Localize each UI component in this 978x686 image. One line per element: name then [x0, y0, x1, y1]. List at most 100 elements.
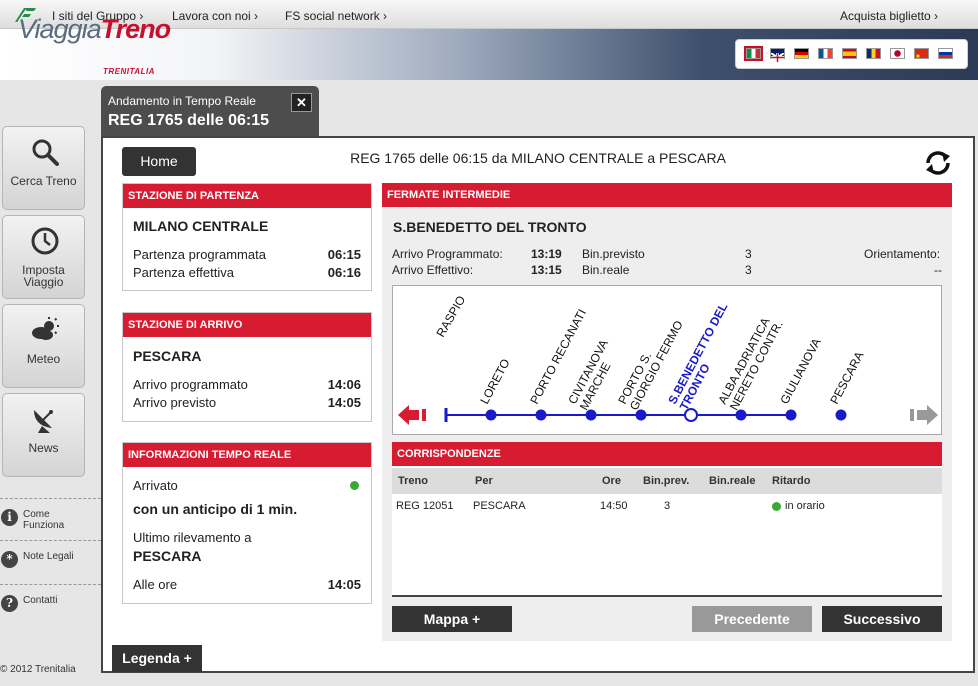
sidebar-button-meteo[interactable]: Meteo [2, 304, 85, 388]
column-header-bin-reale: Bin.reale [709, 475, 756, 487]
sidebar-label: Cerca Treno [10, 174, 77, 188]
previous-button[interactable]: Precedente [692, 606, 812, 632]
connection-destination: PESCARA [473, 500, 526, 512]
row-label: Partenza effettiva [133, 265, 234, 280]
stops-header: FERMATE INTERMEDIE [382, 183, 952, 207]
info-icon: i [1, 509, 18, 526]
logo-subtitle: TRENITALIA [103, 67, 155, 76]
logo-text-treno: Treno [100, 14, 172, 44]
help-icon: ? [1, 595, 18, 612]
sidebar-button-news[interactable]: News [2, 393, 85, 477]
route-title: REG 1765 delle 06:15 da MILANO CENTRALE … [350, 150, 726, 166]
legend-button[interactable]: Legenda + [112, 645, 202, 672]
box-header: STAZIONE DI PARTENZA [123, 184, 371, 208]
row-value: 14:05 [327, 395, 361, 410]
arrival-station-box: STAZIONE DI ARRIVO PESCARA Arrivo progra… [122, 312, 372, 422]
nav-link-lavora-con-noi[interactable]: Lavora con noi › [172, 9, 258, 23]
last-detect-label: Ultimo rilevamento a [133, 530, 252, 545]
last-detect-station: PESCARA [133, 548, 202, 564]
realtime-info-box: INFORMAZIONI TEMPO REALE Arrivato con un… [122, 442, 372, 604]
column-header-ore: Ore [602, 475, 621, 487]
stop-dot-0[interactable] [485, 409, 497, 421]
stop-label-2: CIVITANOVAMARCHE [565, 337, 622, 412]
sidebar-link-label: Note Legali [23, 551, 74, 562]
flag-romanian-icon[interactable] [866, 48, 881, 59]
status-text: Arrivato [133, 478, 178, 493]
clock-icon [31, 227, 59, 255]
flag-french-icon[interactable] [818, 48, 833, 59]
viaggiatreno-logo[interactable]: ViaggiaTreno [18, 14, 172, 45]
box-header: INFORMAZIONI TEMPO REALE [123, 443, 371, 467]
sidebar-label: Meteo [26, 352, 61, 366]
close-tab-button[interactable]: ✕ [291, 93, 312, 112]
flag-russian-icon[interactable] [938, 48, 953, 59]
connection-platform-planned: 3 [664, 500, 671, 512]
departure-scheduled-row: Partenza programmata 06:15 [133, 247, 361, 262]
row-label: Partenza programmata [133, 247, 266, 262]
column-header-treno: Treno [398, 475, 428, 487]
tab-subtitle: Andamento in Tempo Reale [108, 94, 256, 108]
sidebar-link-contatti[interactable]: ? Contatti [0, 595, 100, 625]
row-value: 06:16 [327, 265, 361, 280]
flag-german-icon[interactable] [794, 48, 809, 59]
search-icon [32, 139, 59, 166]
arrival-actual-value: 13:15 [531, 263, 562, 277]
next-stops-arrow-icon[interactable] [910, 405, 938, 425]
logo-text-viaggia: Viaggia [18, 14, 102, 44]
stop-dot-1[interactable] [535, 409, 547, 421]
row-value: 06:15 [327, 247, 361, 262]
flag-chinese-icon[interactable] [914, 48, 929, 59]
flag-english-icon[interactable] [770, 48, 785, 63]
arrival-scheduled-row: Arrivo programmato 14:06 [133, 377, 361, 392]
copyright-text: © 2012 Trenitalia [0, 664, 76, 675]
arrival-scheduled-label: Arrivo Programmato: [392, 247, 503, 261]
next-button[interactable]: Successivo [822, 606, 942, 632]
stop-label-6: GIULIANOVA [777, 336, 823, 407]
connection-time: 14:50 [600, 500, 628, 512]
connections-header: CORRISPONDENZE [392, 442, 942, 466]
flag-italian-icon[interactable] [744, 46, 763, 61]
departure-station-box: STAZIONE DI PARTENZA MILANO CENTRALE Par… [122, 183, 372, 291]
status-dot-icon [350, 481, 359, 490]
train-tab[interactable]: Andamento in Tempo Reale REG 1765 delle … [101, 86, 319, 136]
sidebar-label: Imposta Viaggio [22, 263, 65, 289]
platform-actual-value: 3 [745, 263, 752, 277]
asterisk-icon: * [1, 551, 18, 568]
connection-treno[interactable]: REG 12051 [396, 500, 453, 512]
line-svg: LORETO PORTO RECANATICIVITANOVAMARCHE PORT… [398, 293, 938, 425]
language-selector [735, 39, 968, 69]
nav-link-acquista-biglietto[interactable]: Acquista biglietto › [840, 9, 938, 23]
status-row: Arrivato [133, 478, 361, 493]
weather-icon [32, 317, 59, 340]
sidebar-link-come-funziona[interactable]: i Come Funziona [0, 509, 100, 539]
sidebar-button-imposta-viaggio[interactable]: Imposta Viaggio [2, 215, 85, 299]
stop-label-0: LORETO [477, 356, 512, 406]
satellite-dish-icon [34, 410, 53, 433]
sidebar-link-label: Come Funziona [23, 509, 65, 531]
platform-planned-label: Bin.previsto [582, 247, 645, 261]
nav-link-fs-social[interactable]: FS social network › [285, 9, 387, 23]
box-header: STAZIONE DI ARRIVO [123, 313, 371, 337]
home-button[interactable]: Home [122, 147, 196, 176]
map-button[interactable]: Mappa + [392, 606, 512, 632]
flag-japanese-icon[interactable] [890, 48, 905, 59]
row-label: Arrivo previsto [133, 395, 217, 410]
delay-text: con un anticipo di 1 min. [133, 501, 298, 517]
arrival-scheduled-value: 13:19 [531, 247, 562, 261]
orientation-value: -- [934, 263, 942, 277]
sidebar-link-note-legali[interactable]: * Note Legali [0, 551, 100, 581]
column-header-per: Per [475, 475, 493, 487]
sidebar-label: News [28, 441, 59, 455]
sidebar-divider [0, 498, 101, 499]
orientation-label: Orientamento: [864, 247, 941, 261]
stop-dot-7[interactable] [835, 409, 847, 421]
refresh-icon[interactable] [922, 148, 954, 178]
sidebar-link-label: Contatti [23, 595, 58, 606]
previous-stops-arrow-icon[interactable] [398, 405, 426, 425]
stop-dot-6[interactable] [785, 409, 797, 421]
row-label: Alle ore [133, 577, 178, 592]
flag-spanish-icon[interactable] [842, 48, 857, 59]
sidebar-button-cerca-treno[interactable]: Cerca Treno [2, 126, 85, 210]
column-header-bin-prev: Bin.prev. [643, 475, 690, 487]
connection-delay: in orario [785, 500, 825, 512]
